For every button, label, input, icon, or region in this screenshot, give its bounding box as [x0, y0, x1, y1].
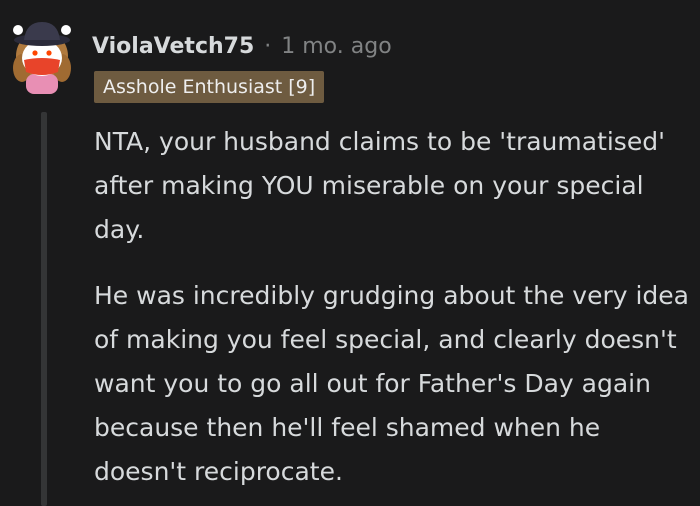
comment-paragraph: He was incredibly grudging about the ver… [94, 281, 689, 486]
timestamp[interactable]: 1 mo. ago [281, 34, 391, 59]
comment-header: ViolaVetch75 · 1 mo. ago [92, 28, 392, 64]
comment-body: NTA, your husband claims to be 'traumati… [94, 120, 689, 494]
comment: ViolaVetch75 · 1 mo. ago Asshole Enthusi… [0, 0, 700, 506]
snoo-avatar-icon [13, 22, 71, 94]
user-flair-badge: Asshole Enthusiast [9] [94, 71, 325, 103]
user-avatar[interactable] [8, 16, 76, 94]
meta-separator: · [264, 33, 272, 59]
comment-paragraph: NTA, your husband claims to be 'traumati… [94, 127, 665, 244]
username-link[interactable]: ViolaVetch75 [92, 34, 254, 59]
thread-collapse-line[interactable] [41, 112, 47, 506]
